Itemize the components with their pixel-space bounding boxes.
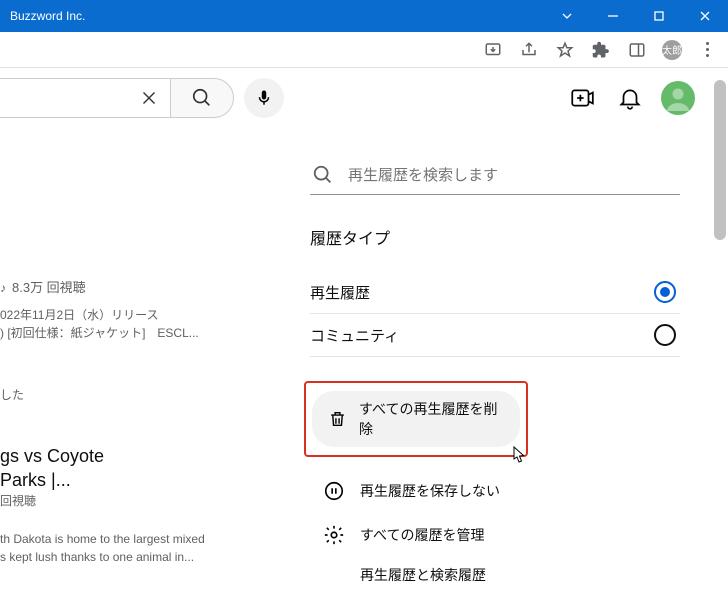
gear-icon (322, 523, 346, 547)
avatar-icon (661, 81, 695, 115)
video-desc-line2: s kept lush thanks to one animal in... (0, 548, 240, 566)
music-views: 8.3万 回視聴 (12, 278, 86, 298)
radio-unselected-icon (654, 324, 676, 346)
scrollbar-thumb[interactable] (714, 80, 726, 240)
left-column: ♪ 8.3万 回視聴 022年11月2日（水）リリース ) [初回仕様：紙ジャケ… (0, 278, 240, 566)
history-type-title: 履歴タイプ (310, 225, 680, 249)
video-title-line2[interactable]: Parks |... (0, 468, 240, 492)
history-search-row[interactable] (310, 158, 680, 195)
install-icon[interactable] (482, 39, 504, 61)
share-icon[interactable] (518, 39, 540, 61)
window-maximize-button[interactable] (636, 0, 682, 32)
edition-line: ) [初回仕様：紙ジャケット] ESCL... (0, 324, 240, 342)
manage-history-label: すべての履歴を管理 (360, 525, 484, 545)
window-close-button[interactable] (682, 0, 728, 32)
video-title-line1[interactable]: gs vs Coyote (0, 444, 240, 468)
cursor-icon (510, 445, 528, 467)
browser-menu-button[interactable] (696, 39, 718, 61)
clear-icon[interactable] (138, 87, 160, 109)
release-line: 022年11月2日（水）リリース (0, 306, 240, 324)
browser-toolbar: 太郎 (0, 32, 728, 68)
history-panel: 履歴タイプ 再生履歴 コミュニティ すべての再生履歴を削除 再生履歴を保存しない (310, 158, 680, 593)
account-avatar[interactable] (658, 78, 698, 118)
delete-all-history-button[interactable]: すべての再生履歴を削除 (312, 391, 520, 447)
notifications-button[interactable] (610, 78, 650, 118)
trash-icon (328, 409, 347, 429)
radio-selected-icon (654, 281, 676, 303)
extensions-icon[interactable] (590, 39, 612, 61)
browser-profile-avatar[interactable]: 太郎 (662, 40, 682, 60)
video-desc-line1: th Dakota is home to the largest mixed (0, 530, 240, 548)
history-subtext: 再生履歴と検索履歴 (310, 557, 680, 593)
pause-icon (322, 479, 346, 503)
page-content: ♪ 8.3万 回視聴 022年11月2日（水）リリース ) [初回仕様：紙ジャケ… (0, 68, 728, 600)
music-meta-row: ♪ 8.3万 回視聴 (0, 278, 240, 298)
delete-all-label: すべての再生履歴を削除 (359, 399, 504, 439)
sidepanel-icon[interactable] (626, 39, 648, 61)
window-title: Buzzword Inc. (10, 9, 544, 23)
search-button[interactable] (170, 78, 234, 118)
header-row (0, 68, 728, 128)
radio-label-community: コミュニティ (310, 325, 399, 346)
history-type-watch[interactable]: 再生履歴 (310, 271, 680, 314)
history-search-input[interactable] (348, 167, 678, 184)
delete-all-highlight: すべての再生履歴を削除 (304, 381, 528, 457)
manage-history-button[interactable]: すべての履歴を管理 (310, 513, 680, 557)
music-note-icon: ♪ (0, 279, 6, 297)
bell-icon (617, 85, 643, 111)
window-titlebar: Buzzword Inc. (0, 0, 728, 32)
history-type-community[interactable]: コミュニティ (310, 314, 680, 357)
video-views: 回視聴 (0, 492, 240, 510)
pause-history-button[interactable]: 再生履歴を保存しない (310, 469, 680, 513)
search-icon (191, 87, 213, 109)
window-minimize-button[interactable] (590, 0, 636, 32)
recommend-label: した (0, 386, 240, 404)
radio-label-watch: 再生履歴 (310, 282, 370, 303)
kebab-icon (706, 42, 709, 57)
create-icon (569, 85, 595, 111)
mic-icon (255, 89, 273, 107)
search-icon (312, 164, 334, 186)
star-icon[interactable] (554, 39, 576, 61)
pause-history-label: 再生履歴を保存しない (360, 481, 500, 501)
voice-search-button[interactable] (244, 78, 284, 118)
create-button[interactable] (562, 78, 602, 118)
window-dropdown-button[interactable] (544, 0, 590, 32)
search-wrapper (0, 78, 284, 118)
search-input-box[interactable] (0, 78, 170, 118)
